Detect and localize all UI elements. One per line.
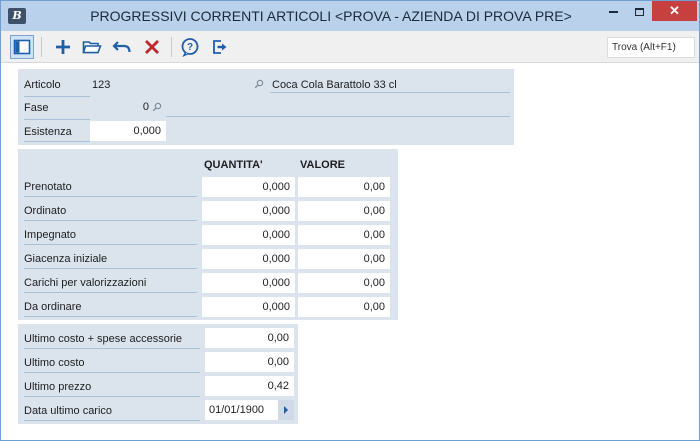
quantita-cell[interactable]: 0,000 xyxy=(202,177,295,197)
valore-cell[interactable]: 0,00 xyxy=(298,177,390,197)
open-folder-icon xyxy=(82,41,102,54)
delete-button[interactable] xyxy=(140,35,164,59)
esistenza-label: Esistenza xyxy=(24,126,72,138)
date-picker-button[interactable] xyxy=(278,400,294,420)
main-window: B PROGRESSIVI CORRENTI ARTICOLI <PROVA -… xyxy=(0,0,700,441)
underline xyxy=(24,96,90,97)
valore-cell[interactable]: 0,00 xyxy=(298,225,390,245)
valore-cell[interactable]: 0,00 xyxy=(298,273,390,293)
underline xyxy=(24,316,197,317)
minimize-button[interactable] xyxy=(600,1,626,21)
underline xyxy=(24,220,197,221)
valore-column-header: VALORE xyxy=(300,159,346,171)
maximize-button[interactable] xyxy=(626,1,652,21)
search-icon[interactable] xyxy=(254,79,264,89)
underline xyxy=(24,141,90,142)
find-input[interactable]: Trova (Alt+F1) xyxy=(607,37,695,58)
app-logo-icon: B xyxy=(8,8,26,24)
underline xyxy=(24,196,197,197)
underline xyxy=(166,116,510,117)
row-label: Carichi per valorizzazioni xyxy=(24,277,147,289)
quantita-cell[interactable]: 0,000 xyxy=(202,273,295,293)
underline xyxy=(24,292,197,293)
costi-panel: Ultimo costo + spese accessorie 0,00 Ult… xyxy=(18,324,298,424)
exit-button[interactable] xyxy=(208,35,232,59)
ultimo-costo-field[interactable]: 0,00 xyxy=(205,352,294,372)
help-icon: ? xyxy=(181,38,199,57)
underline xyxy=(24,372,200,373)
underline xyxy=(24,420,200,421)
exit-icon xyxy=(213,40,227,54)
quantita-column-header: QUANTITA' xyxy=(204,159,263,171)
undo-icon xyxy=(112,41,131,53)
row-label: Ordinato xyxy=(24,205,67,217)
row-label: Data ultimo carico xyxy=(24,405,113,417)
add-icon xyxy=(56,40,70,54)
undo-button[interactable] xyxy=(110,35,134,59)
quantita-cell[interactable]: 0,000 xyxy=(202,297,295,317)
underline xyxy=(24,348,200,349)
progressivi-panel: QUANTITA' VALORE Prenotato 0,000 0,00 Or… xyxy=(18,149,398,320)
chevron-right-icon xyxy=(284,406,288,414)
data-ultimo-carico-field[interactable]: 01/01/1900 xyxy=(205,400,278,420)
toolbar-separator xyxy=(171,37,172,57)
quantita-cell[interactable]: 0,000 xyxy=(202,249,295,269)
window-title: PROGRESSIVI CORRENTI ARTICOLI <PROVA - A… xyxy=(90,8,572,24)
minimize-icon xyxy=(608,10,618,13)
fase-field[interactable]: 0 xyxy=(90,97,149,117)
valore-cell[interactable]: 0,00 xyxy=(298,201,390,221)
row-label: Ultimo costo + spese accessorie xyxy=(24,333,183,345)
valore-cell[interactable]: 0,00 xyxy=(298,249,390,269)
fase-label: Fase xyxy=(24,102,49,114)
quantita-cell[interactable]: 0,000 xyxy=(202,201,295,221)
help-button[interactable]: ? xyxy=(178,35,202,59)
svg-text:?: ? xyxy=(187,42,193,53)
row-label: Ultimo costo xyxy=(24,357,85,369)
row-label: Impegnato xyxy=(24,229,76,241)
valore-cell[interactable]: 0,00 xyxy=(298,297,390,317)
articolo-label: Articolo xyxy=(24,79,61,91)
ultimo-costo-spese-field[interactable]: 0,00 xyxy=(205,328,294,348)
articolo-code-field[interactable]: 123 xyxy=(92,75,110,95)
close-button[interactable]: ✕ xyxy=(652,1,697,21)
underline xyxy=(24,119,90,120)
toggle-panel-icon xyxy=(13,39,31,55)
row-label: Ultimo prezzo xyxy=(24,381,92,393)
row-label: Da ordinare xyxy=(24,301,82,313)
open-button[interactable] xyxy=(80,35,104,59)
maximize-icon xyxy=(634,7,644,16)
underline xyxy=(270,92,510,93)
title-bar[interactable]: B PROGRESSIVI CORRENTI ARTICOLI <PROVA -… xyxy=(1,1,699,31)
search-icon[interactable] xyxy=(152,102,162,112)
header-panel: Articolo 123 Coca Cola Barattolo 33 cl F… xyxy=(18,69,514,145)
underline xyxy=(24,396,200,397)
quantita-cell[interactable]: 0,000 xyxy=(202,225,295,245)
underline xyxy=(24,244,197,245)
new-button[interactable] xyxy=(51,35,75,59)
underline xyxy=(24,268,197,269)
row-label: Giacenza iniziale xyxy=(24,253,108,265)
toggle-panel-button[interactable] xyxy=(10,35,34,59)
ultimo-prezzo-field[interactable]: 0,42 xyxy=(205,376,294,396)
row-label: Prenotato xyxy=(24,181,72,193)
toolbar-separator xyxy=(41,37,42,57)
esistenza-field[interactable]: 0,000 xyxy=(90,121,166,141)
delete-icon xyxy=(145,40,159,54)
toolbar: ? xyxy=(1,31,699,63)
